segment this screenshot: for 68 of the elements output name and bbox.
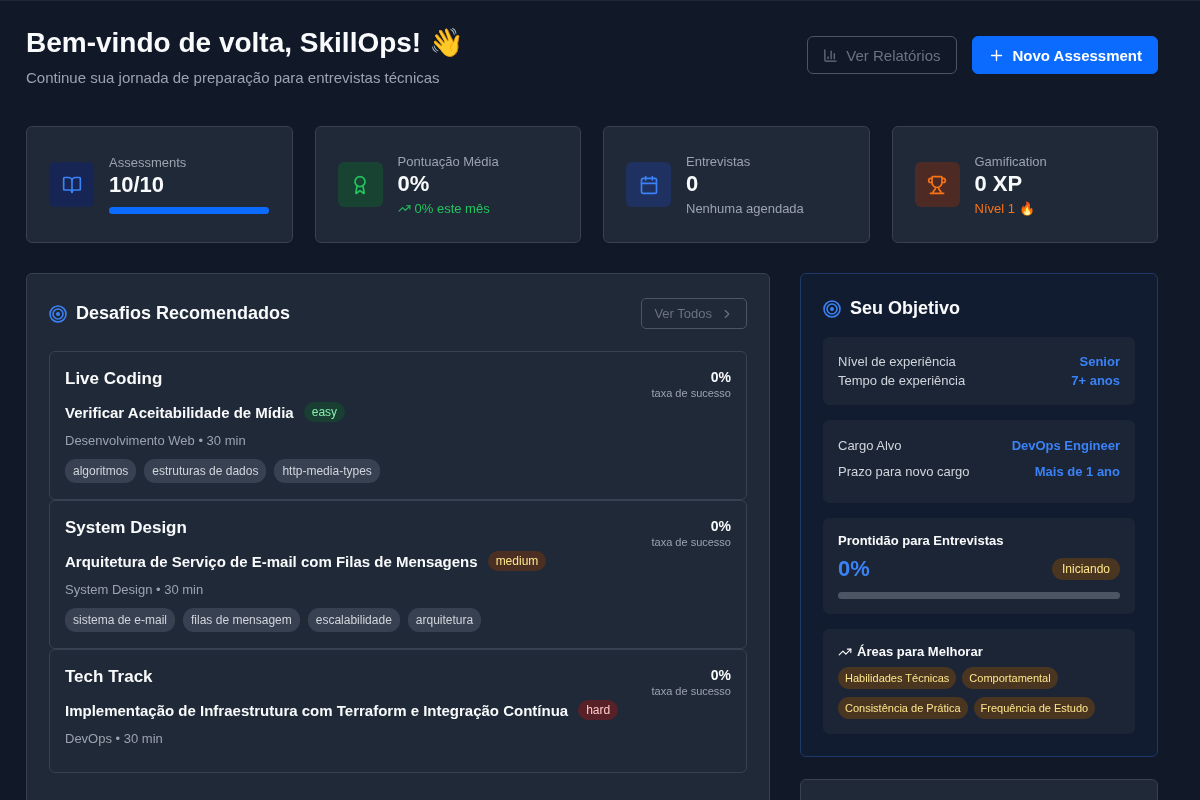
stat-label: Assessments xyxy=(109,155,188,170)
page-title: Bem-vindo de volta, SkillOps! 👋 xyxy=(26,27,464,59)
success-rate: 0% xyxy=(710,667,731,683)
goal-label: Tempo de experiência xyxy=(838,372,966,390)
challenge-title: Verificar Aceitabilidade de Mídia xyxy=(65,403,294,421)
challenge-meta: System Design • 30 min xyxy=(65,582,205,597)
topic-tag: arquitetura xyxy=(407,608,482,632)
success-rate: 0% xyxy=(710,369,731,385)
topic-tag: estruturas de dados xyxy=(144,459,267,483)
stat-value: 0% xyxy=(397,170,431,197)
stat-value: 0 XP xyxy=(974,170,1024,197)
goal-label: Cargo Alvo xyxy=(838,437,902,455)
goal-value: DevOps Engineer xyxy=(1011,437,1120,455)
challenge-track: Tech Track xyxy=(65,667,154,687)
improve-tag: Frequência de Estudo xyxy=(973,697,1096,719)
challenge-title: Implementação de Infraestrutura com Terraform e Integração Contínua xyxy=(65,701,569,719)
award-icon xyxy=(337,162,383,207)
goal-value: 7+ anos xyxy=(1071,372,1120,390)
success-rate-label: taxa de sucesso xyxy=(651,536,731,548)
difficulty-badge: hard xyxy=(578,700,619,720)
topic-tag: sistema de e-mail xyxy=(65,608,176,632)
page-subtitle: Continue sua jornada de preparação para entrevistas técnicas xyxy=(26,69,441,86)
difficulty-badge: easy xyxy=(303,402,346,422)
improve-title: Áreas para Melhorar xyxy=(857,644,983,659)
goal-label: Prazo para novo cargo xyxy=(838,463,970,481)
calendar-icon xyxy=(626,162,671,207)
status-badge: Iniciando xyxy=(1051,558,1120,580)
challenge-track: Live Coding xyxy=(65,369,164,389)
goal-label: Nível de experiência xyxy=(838,353,956,371)
stat-note: Nenhuma agendada xyxy=(686,200,804,216)
topic-tag: filas de mensagem xyxy=(183,608,300,632)
book-icon xyxy=(49,162,94,207)
new-assessment-button[interactable]: Novo Assessment xyxy=(971,36,1158,74)
topic-tag: http-media-types xyxy=(274,459,380,483)
target-icon xyxy=(49,304,67,323)
success-rate: 0% xyxy=(710,518,731,534)
difficulty-badge: medium xyxy=(487,551,547,571)
challenge-meta: Desenvolvimento Web • 30 min xyxy=(65,433,247,448)
reports-button[interactable]: Ver Relatórios xyxy=(807,36,957,74)
improve-tag: Consistência de Prática xyxy=(838,697,968,719)
challenge-card[interactable]: Tech Track Implementação de Infraestrutura com Terraform e Integração Contínua hard DevOps • 30 min 0% taxa de sucesso xyxy=(49,649,747,773)
challenge-card[interactable]: System Design Arquitetura de Serviço de E-mail com Filas de Mensagens medium System Design • 30 min sistema de e-mail filas de mensagem escalabilidade arquitetura 0% taxa de sucesso xyxy=(49,500,747,649)
challenge-card[interactable]: Live Coding Verificar Aceitabilidade de Mídia easy Desenvolvimento Web • 30 min algoritmos estruturas de dados http-media-types 0% taxa de sucesso xyxy=(49,351,747,500)
bar-chart-icon xyxy=(823,47,839,63)
readiness-value: 0% xyxy=(838,556,870,582)
trophy-icon xyxy=(914,162,960,207)
success-rate-label: taxa de sucesso xyxy=(651,685,731,697)
stat-note: Nível 1 🔥 xyxy=(974,200,1035,216)
improve-tag: Comportamental xyxy=(962,667,1058,689)
goal-value: Senior xyxy=(1079,353,1120,371)
target-icon xyxy=(823,299,841,318)
success-rate-label: taxa de sucesso xyxy=(651,387,731,399)
readiness-title: Prontidão para Entrevistas xyxy=(838,533,1005,548)
challenge-title: Arquitetura de Serviço de E-mail com Filas de Mensagens xyxy=(65,552,478,570)
challenge-meta: DevOps • 30 min xyxy=(65,731,164,746)
panel-title: Seu Objetivo xyxy=(850,298,961,319)
challenge-track: System Design xyxy=(65,518,188,538)
improve-tag: Habilidades Técnicas xyxy=(838,667,957,689)
panel-title: Desafios Recomendados xyxy=(76,303,291,324)
stat-label: Entrevistas xyxy=(686,153,752,169)
topic-tag: escalabilidade xyxy=(307,608,400,632)
stat-note: 0% este mês xyxy=(414,200,490,216)
stat-label: Pontuação Média xyxy=(397,153,500,169)
stat-value: 10/10 xyxy=(109,172,166,198)
goal-value: Mais de 1 ano xyxy=(1034,463,1120,481)
topic-tag: algoritmos xyxy=(65,459,137,483)
stat-value: 0 xyxy=(686,170,700,197)
stat-label: Gamification xyxy=(974,153,1048,169)
